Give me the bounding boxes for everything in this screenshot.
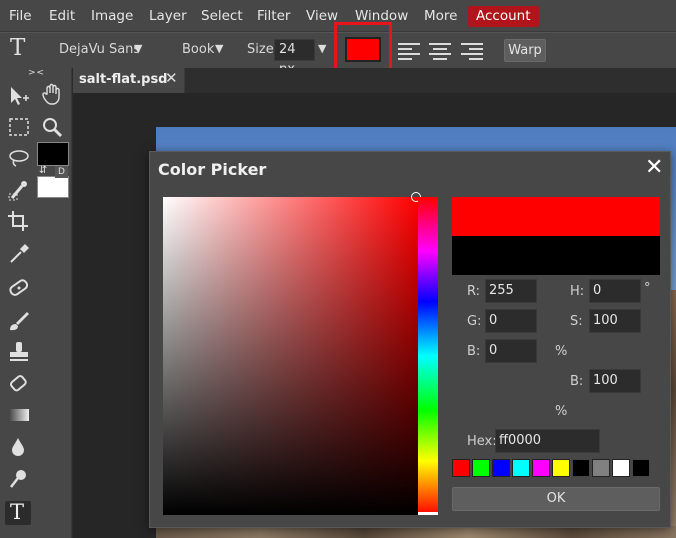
dialog-title: Color Picker: [158, 160, 267, 179]
history-swatch-black[interactable]: [572, 459, 590, 477]
hue-slider-handle[interactable]: [418, 512, 438, 515]
gradient-tool-icon[interactable]: [6, 403, 32, 427]
quick-selection-tool-icon[interactable]: [6, 178, 32, 202]
warp-button[interactable]: Warp: [504, 39, 546, 62]
type-tool-icon: T: [10, 35, 26, 61]
swap-colors-icon[interactable]: ⇵: [39, 165, 47, 176]
paint-bucket-tool-icon[interactable]: [6, 435, 32, 459]
clone-stamp-tool-icon[interactable]: [6, 340, 32, 364]
menu-select[interactable]: Select: [201, 6, 243, 27]
green-input[interactable]: 0: [485, 309, 537, 333]
panel-collapse-toggle[interactable]: > <: [28, 68, 44, 78]
font-size-caret-icon[interactable]: ▼: [318, 42, 326, 55]
current-color-preview[interactable]: [452, 236, 660, 275]
red-input[interactable]: 255: [485, 279, 537, 303]
menu-layer[interactable]: Layer: [149, 6, 187, 27]
saturation-unit: %: [555, 344, 568, 359]
close-dialog-icon[interactable]: ✕: [645, 155, 663, 180]
brightness-input[interactable]: 100: [589, 369, 641, 393]
marquee-tool-icon[interactable]: [6, 115, 32, 139]
menu-file[interactable]: File: [9, 6, 32, 27]
hue-input[interactable]: 0: [589, 279, 641, 303]
document-tab[interactable]: salt-flat.psd ✕: [73, 68, 185, 93]
foreground-color-swatch[interactable]: [37, 142, 69, 166]
zoom-tool-icon[interactable]: [40, 115, 66, 139]
saturation-label: S:: [570, 314, 583, 329]
brightness-unit: %: [555, 404, 568, 419]
font-style-select[interactable]: Book: [182, 42, 214, 57]
history-swatch-red[interactable]: [452, 459, 470, 477]
document-tab-title: salt-flat.psd: [79, 72, 168, 87]
close-tab-icon[interactable]: ✕: [165, 69, 178, 87]
history-swatch-cyan[interactable]: [512, 459, 530, 477]
default-colors-button[interactable]: D: [55, 166, 68, 178]
history-swatch-gray[interactable]: [592, 459, 610, 477]
hue-unit: °: [644, 281, 651, 296]
ok-button[interactable]: OK: [452, 487, 660, 511]
eraser-tool-icon[interactable]: [6, 372, 32, 396]
menu-more[interactable]: More: [424, 6, 457, 27]
type-icon: T: [10, 500, 25, 524]
font-family-caret-icon[interactable]: ▼: [134, 42, 142, 55]
menu-edit[interactable]: Edit: [49, 6, 75, 27]
brush-tool-icon[interactable]: [6, 309, 32, 333]
hex-input[interactable]: ff0000: [495, 429, 600, 453]
menu-filter[interactable]: Filter: [257, 6, 290, 27]
hex-label: Hex:: [467, 434, 497, 449]
red-label: R:: [467, 284, 481, 299]
history-swatch-magenta[interactable]: [532, 459, 550, 477]
brightness-label: B:: [570, 374, 584, 389]
text-color-swatch[interactable]: [345, 37, 381, 62]
smudge-tool-icon[interactable]: [6, 466, 32, 490]
history-swatch-white[interactable]: [612, 459, 630, 477]
font-size-input[interactable]: 24 px: [274, 39, 315, 77]
align-left-icon[interactable]: [398, 43, 420, 60]
history-swatch-black-2[interactable]: [632, 459, 650, 477]
healing-brush-tool-icon[interactable]: [6, 276, 32, 300]
hue-slider[interactable]: [418, 197, 438, 515]
history-swatch-yellow[interactable]: [552, 459, 570, 477]
hue-label: H:: [570, 284, 585, 299]
move-tool-icon[interactable]: [6, 84, 32, 108]
background-color-swatch[interactable]: [37, 176, 69, 198]
history-swatch-blue[interactable]: [492, 459, 510, 477]
lasso-tool-icon[interactable]: [6, 147, 32, 171]
menu-image[interactable]: Image: [91, 6, 133, 27]
history-swatch-green[interactable]: [472, 459, 490, 477]
account-button[interactable]: Account: [468, 6, 539, 27]
align-center-icon[interactable]: [429, 43, 451, 60]
color-picker-dialog: Color Picker ✕ R: 255 G: 0 B: 0 H: 0 ° S…: [149, 151, 671, 528]
hand-tool-icon[interactable]: [40, 82, 66, 106]
font-style-caret-icon[interactable]: ▼: [215, 42, 223, 55]
new-color-preview: [452, 197, 660, 236]
green-label: G:: [467, 314, 482, 329]
type-tool-button[interactable]: T: [5, 500, 31, 525]
eyedropper-tool-icon[interactable]: [6, 241, 32, 265]
crop-tool-icon[interactable]: [6, 209, 32, 233]
font-family-select[interactable]: DejaVu Sans: [59, 42, 140, 57]
tools-panel: > < T ⇵ D: [0, 68, 72, 538]
blue-input[interactable]: 0: [485, 339, 537, 363]
blue-label: B:: [467, 344, 481, 359]
saturation-input[interactable]: 100: [589, 309, 641, 333]
saturation-brightness-area[interactable]: [163, 197, 418, 515]
align-right-icon[interactable]: [461, 43, 483, 60]
